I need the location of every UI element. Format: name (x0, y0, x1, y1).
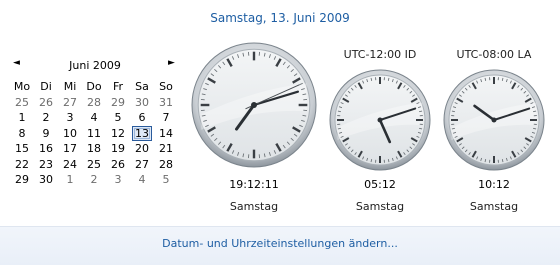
clock-minute-tick (502, 159, 503, 162)
clock-minute-tick (338, 111, 341, 112)
utc-minus-12-clock-day: Samstag (328, 200, 432, 213)
calendar-day[interactable]: 20 (130, 141, 154, 157)
calendar-day[interactable]: 29 (10, 172, 34, 188)
calendar-day[interactable]: 1 (10, 110, 34, 126)
utc-minus-12-clock-label: UTC-12:00 ID (328, 48, 432, 61)
clock-minute-tick (452, 111, 455, 112)
calendar-day[interactable]: 2 (34, 110, 58, 126)
calendar-day[interactable]: 7 (154, 110, 178, 126)
utc-minus-8-clock-label: UTC-08:00 LA (442, 48, 546, 61)
clock-center-pin (492, 118, 497, 123)
utc-minus-12-clock-face (328, 68, 432, 172)
calendar-day[interactable]: 26 (34, 95, 58, 111)
calendar-week: 891011121314 (10, 126, 178, 142)
calendar-day[interactable]: 18 (82, 141, 106, 157)
utc-minus-8-clock-time: 10:12 (442, 178, 546, 191)
calendar-day[interactable]: 8 (10, 126, 34, 142)
date-heading[interactable]: Samstag, 13. Juni 2009 (0, 11, 560, 25)
calendar-day[interactable]: 13 (130, 126, 154, 142)
clock-minute-tick (485, 159, 486, 162)
calendar-day[interactable]: 19 (106, 141, 130, 157)
utc-minus-12-clock: UTC-12:00 ID 05:12 Samstag (328, 46, 432, 218)
clock-minute-tick (419, 128, 422, 129)
calendar-day[interactable]: 26 (106, 157, 130, 173)
clock-minute-tick (533, 111, 536, 112)
calendar-day[interactable]: 3 (58, 110, 82, 126)
calendar-day[interactable]: 27 (130, 157, 154, 173)
calendar-day[interactable]: 5 (106, 110, 130, 126)
calendar-day[interactable]: 28 (154, 157, 178, 173)
calendar-day[interactable]: 29 (106, 95, 130, 111)
calendar-day[interactable]: 4 (130, 172, 154, 188)
calendar-day[interactable]: 30 (34, 172, 58, 188)
local-clock-time: 19:12:11 (190, 178, 318, 191)
utc-minus-8-clock-face (442, 68, 546, 172)
calendar-day[interactable]: 28 (82, 95, 106, 111)
weekday-header: Di (34, 79, 58, 95)
calendar-day[interactable]: 11 (82, 126, 106, 142)
utc-minus-12-clock-time: 05:12 (328, 178, 432, 191)
calendar-day[interactable]: 27 (58, 95, 82, 111)
local-clock-day: Samstag (190, 200, 318, 213)
clock-minute-tick (371, 159, 372, 162)
local-clock-face (190, 38, 318, 172)
calendar-day[interactable]: 31 (154, 95, 178, 111)
calendar-day[interactable]: 16 (34, 141, 58, 157)
calendar-day[interactable]: 22 (10, 157, 34, 173)
clock-minute-tick (388, 159, 389, 162)
calendar-day[interactable]: 12 (106, 126, 130, 142)
calendar-day[interactable]: 9 (34, 126, 58, 142)
calendar-day[interactable]: 5 (154, 172, 178, 188)
calendar-day[interactable]: 24 (58, 157, 82, 173)
clock-center-pin (251, 102, 257, 108)
calendar-week: 1234567 (10, 110, 178, 126)
clock-minute-tick (388, 78, 389, 81)
calendar-day[interactable]: 17 (58, 141, 82, 157)
calendar-day[interactable]: 4 (82, 110, 106, 126)
calendar-header: ◄ Juni 2009 ► (10, 57, 180, 75)
clock-minute-tick (502, 78, 503, 81)
local-clock: 19:12:11 Samstag (190, 38, 318, 218)
footer-bar: Datum- und Uhrzeiteinstellungen ändern..… (0, 226, 560, 265)
clock-minute-tick (338, 128, 341, 129)
change-date-time-settings-link[interactable]: Datum- und Uhrzeiteinstellungen ändern..… (0, 237, 560, 250)
calendar-day[interactable]: 10 (58, 126, 82, 142)
next-month-icon[interactable]: ► (168, 58, 175, 68)
weekday-header: Mi (58, 79, 82, 95)
clock-center-pin (378, 118, 383, 123)
calendar-day[interactable]: 3 (106, 172, 130, 188)
utc-minus-8-clock-day: Samstag (442, 200, 546, 213)
month-title[interactable]: Juni 2009 (10, 59, 180, 72)
calendar-day[interactable]: 25 (10, 95, 34, 111)
clock-minute-tick (419, 111, 422, 112)
clock-minute-tick (533, 128, 536, 129)
weekday-header: So (154, 79, 178, 95)
calendar-grid: Mo Di Mi Do Fr Sa So 2526272829303112345… (10, 79, 178, 188)
calendar: ◄ Juni 2009 ► Mo Di Mi Do Fr Sa So 25262… (10, 57, 180, 188)
clock-minute-tick (371, 78, 372, 81)
clock-minute-tick (485, 78, 486, 81)
utc-minus-8-clock: UTC-08:00 LA 10:12 Samstag (442, 46, 546, 218)
calendar-day[interactable]: 23 (34, 157, 58, 173)
weekday-header: Do (82, 79, 106, 95)
calendar-week: 293012345 (10, 172, 178, 188)
weekday-header: Sa (130, 79, 154, 95)
clock-minute-tick (452, 128, 455, 129)
calendar-day[interactable]: 14 (154, 126, 178, 142)
calendar-day[interactable]: 21 (154, 141, 178, 157)
weekday-header: Fr (106, 79, 130, 95)
calendar-day[interactable]: 15 (10, 141, 34, 157)
calendar-week: 22232425262728 (10, 157, 178, 173)
weekday-header: Mo (10, 79, 34, 95)
calendar-week: 25262728293031 (10, 95, 178, 111)
calendar-day[interactable]: 30 (130, 95, 154, 111)
calendar-day[interactable]: 6 (130, 110, 154, 126)
calendar-day[interactable]: 2 (82, 172, 106, 188)
calendar-day[interactable]: 1 (58, 172, 82, 188)
calendar-week: 15161718192021 (10, 141, 178, 157)
calendar-day[interactable]: 25 (82, 157, 106, 173)
